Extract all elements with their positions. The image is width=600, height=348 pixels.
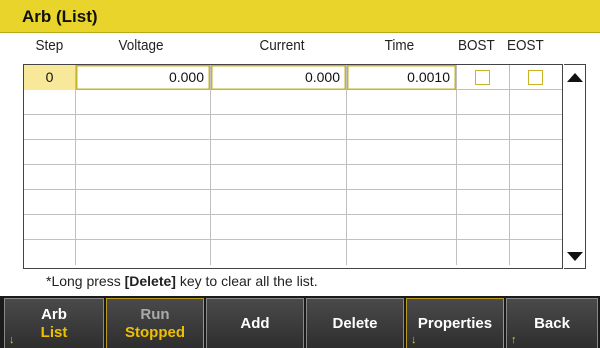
column-header-bost: BOST [458,37,495,54]
current-cell[interactable]: 0.000 [211,65,347,90]
add-softkey[interactable]: Add [206,298,304,348]
table-row [24,90,562,115]
table-row [24,115,562,140]
time-cell[interactable]: 0.0010 [347,65,457,90]
column-header-voltage: Voltage [118,37,164,54]
column-header-time: Time [384,37,415,54]
vertical-scrollbar[interactable] [564,64,586,269]
clear-list-note: *Long press [Delete] key to clear all th… [46,273,318,289]
run-stopped-softkey[interactable]: Run Stopped [106,298,204,348]
arb-list-softkey[interactable]: Arb List ↓ [4,298,104,348]
scroll-up-button[interactable] [564,66,585,88]
arrow-up-icon: ↑ [511,334,517,346]
table-row[interactable]: 0 0.000 0.000 0.0010 [24,65,562,90]
bost-cell[interactable] [457,65,510,90]
arrow-down-icon: ↓ [411,334,417,346]
table-row [24,240,562,265]
back-softkey[interactable]: Back ↑ [506,298,598,348]
column-header-step: Step [35,37,64,54]
properties-softkey[interactable]: Properties ↓ [406,298,504,348]
title-bar: Arb (List) [0,0,600,33]
eost-checkbox[interactable] [528,70,543,85]
arrow-up-icon [566,72,583,82]
arb-list-table: 0 0.000 0.000 0.0010 [23,64,563,269]
page-title: Arb (List) [22,7,98,26]
eost-cell[interactable] [510,65,563,90]
column-header-eost: EOST [507,37,544,54]
softkey-bar: Arb List ↓ Run Stopped Add Delete Proper… [0,296,600,348]
table-row [24,215,562,240]
voltage-cell[interactable]: 0.000 [76,65,211,90]
column-header-current: Current [259,37,305,54]
table-row [24,165,562,190]
bost-checkbox[interactable] [475,70,490,85]
arrow-down-icon [566,251,583,261]
delete-softkey[interactable]: Delete [306,298,404,348]
scroll-down-button[interactable] [564,245,585,267]
arrow-down-icon: ↓ [9,334,15,346]
table-row [24,190,562,215]
table-row [24,140,562,165]
step-cell[interactable]: 0 [24,65,76,90]
